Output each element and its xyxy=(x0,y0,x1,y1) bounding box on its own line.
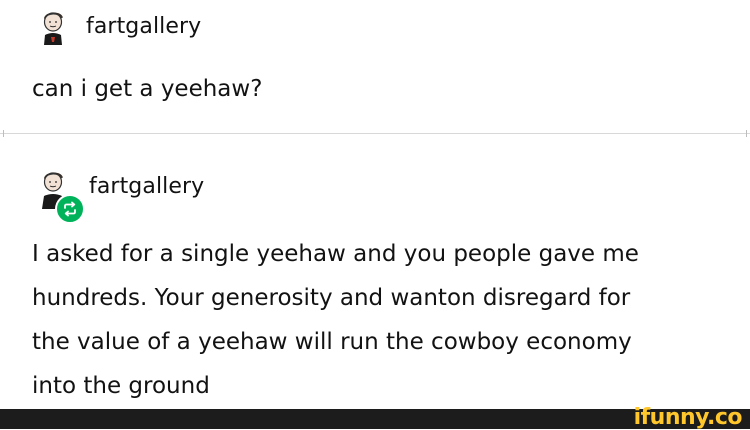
post-text-line: hundreds. Your generosity and wanton dis… xyxy=(32,285,631,311)
post-divider xyxy=(0,130,750,137)
post-text-line: I asked for a single yeehaw and you peop… xyxy=(32,241,639,267)
post-text-line: the value of a yeehaw will run the cowbo… xyxy=(32,329,632,355)
watermark-bar: ifunny.co xyxy=(0,405,750,430)
post-original: fartgallery can i get a yeehaw? xyxy=(0,0,750,134)
username[interactable]: fartgallery xyxy=(86,14,201,39)
reblog-icon xyxy=(55,194,85,224)
watermark-logo: ifunny.co xyxy=(633,405,743,430)
post-text: I asked for a single yeehaw and you peop… xyxy=(32,232,732,408)
username[interactable]: fartgallery xyxy=(89,174,204,199)
post-text: can i get a yeehaw? xyxy=(32,76,263,102)
post-text-line: into the ground xyxy=(32,373,210,399)
avatar-icon[interactable] xyxy=(38,8,68,46)
